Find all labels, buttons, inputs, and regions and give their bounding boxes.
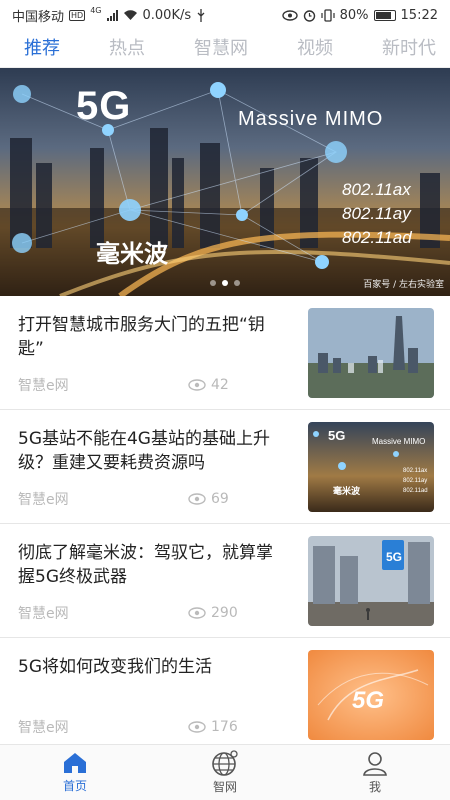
news-item[interactable]: 5G基站不能在4G基站的基础上升级？重建又要耗费资源吗 智慧e网 69 5G M… [0,410,450,524]
eye-icon [188,379,206,391]
network-label: 4G [90,5,102,15]
eye-icon [188,607,206,619]
banner-wifi-ad: 802.11ad [342,228,412,247]
banner-credit: 百家号 / 左右实验室 [363,280,444,290]
banner-mimo-text: Massive MIMO [238,108,384,130]
carousel-dot[interactable] [234,280,240,286]
wifi-icon [123,10,137,20]
news-item[interactable]: 5G将如何改变我们的生活 智慧e网 176 5G [0,638,450,752]
speed-label: 0.00K/s [142,7,192,23]
tab-new-era[interactable]: 新时代 [382,34,436,64]
nav-smart-net[interactable]: 智网 [185,750,265,795]
eye-icon [188,721,206,733]
news-thumbnail[interactable]: 5G [308,650,434,740]
home-icon [64,753,86,773]
tab-recommend[interactable]: 推荐 [24,34,60,64]
city-skyline-image [308,308,434,398]
news-title[interactable]: 5G将如何改变我们的生活 [18,650,288,679]
banner-5g-text: 5G [76,84,132,128]
news-thumbnail[interactable]: 5G Massive MIMO 802.11ax 802.11ay 802.11… [308,422,434,512]
news-thumbnail[interactable]: 5G [308,536,434,626]
news-source: 智慧e网 [18,606,69,622]
nav-label: 智网 [212,780,237,794]
category-tabs: 推荐 热点 智慧网 视频 新时代 [0,30,450,68]
carousel-dots [210,280,240,286]
user-icon [363,752,387,776]
news-source: 智慧e网 [18,720,69,736]
globe-icon [212,750,238,776]
news-item[interactable]: 彻底了解毫米波：驾驭它，就算掌握5G终极武器 智慧e网 290 5G [0,524,450,638]
banner-wifi-ax: 802.11ax [342,180,411,199]
battery-label: 80% [339,7,369,23]
bottom-nav: 首页 智网 我 [0,744,450,800]
view-count: 42 [211,377,229,393]
view-count: 69 [211,491,229,507]
usb-icon [197,8,205,22]
tab-smart-net[interactable]: 智慧网 [194,34,248,64]
hd-icon: HD [69,9,86,21]
svg-text:毫米波: 毫米波 [333,485,361,497]
alarm-icon [303,9,315,22]
5g-orange-image: 5G [308,650,434,740]
nav-label: 我 [368,780,381,794]
tab-video[interactable]: 视频 [297,34,333,64]
nav-home[interactable]: 首页 [35,751,115,794]
view-count: 176 [211,719,238,735]
svg-text:Massive MIMO: Massive MIMO [372,437,425,446]
svg-text:802.11ax: 802.11ax [403,468,427,474]
5g-mimo-image: 5G Massive MIMO 802.11ax 802.11ay 802.11… [308,422,434,512]
news-thumbnail[interactable] [308,308,434,398]
5g-street-image: 5G [308,536,434,626]
time-label: 15:22 [400,7,438,23]
news-title[interactable]: 5G基站不能在4G基站的基础上升级？重建又要耗费资源吗 [18,422,288,475]
vibrate-icon [321,8,335,22]
banner-wifi-ay: 802.11ay [342,204,411,223]
view-count: 290 [211,605,238,621]
svg-text:802.11ad: 802.11ad [403,488,428,494]
carousel-dot[interactable] [210,280,216,286]
svg-text:5G: 5G [352,687,384,714]
news-source: 智慧e网 [18,492,69,508]
banner-carousel[interactable]: 5G Massive MIMO 802.11ax 802.11ay 802.11… [0,68,450,296]
news-source: 智慧e网 [18,378,69,394]
carrier-label: 中国移动 [12,9,65,25]
news-title[interactable]: 打开智慧城市服务大门的五把“钥匙” [18,308,288,361]
svg-text:5G: 5G [386,550,402,564]
news-item[interactable]: 打开智慧城市服务大门的五把“钥匙” 智慧e网 42 [0,296,450,410]
tab-hot[interactable]: 热点 [109,34,145,64]
battery-icon [373,9,396,21]
svg-text:5G: 5G [328,428,345,443]
nav-label: 首页 [62,779,87,793]
signal-icon [106,9,118,21]
status-bar: 中国移动 HD 4G 0.00K/s 80% 15:22 [0,0,450,30]
eye-icon [188,493,206,505]
banner-mmwave-text: 毫米波 [96,240,168,268]
nav-me[interactable]: 我 [335,750,415,795]
news-title[interactable]: 彻底了解毫米波：驾驭它，就算掌握5G终极武器 [18,536,288,589]
svg-text:802.11ay: 802.11ay [403,478,427,484]
eye-status-icon [281,9,298,21]
news-list: 打开智慧城市服务大门的五把“钥匙” 智慧e网 42 5G基站不能在4G基站的基础… [0,296,450,752]
carousel-dot-active[interactable] [222,280,228,286]
